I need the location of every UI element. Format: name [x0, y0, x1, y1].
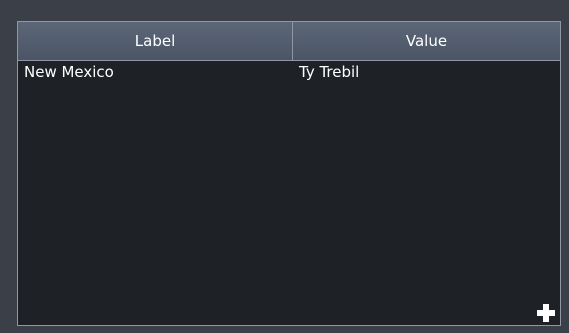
row-label-cell[interactable]: New Mexico — [18, 61, 295, 83]
key-value-table: Label Value New Mexico Ty Trebil — [17, 21, 561, 326]
add-row-button[interactable] — [534, 301, 558, 325]
column-header-value[interactable]: Value — [293, 22, 560, 60]
table-body: New Mexico Ty Trebil — [18, 61, 560, 83]
row-value-cell[interactable]: Ty Trebil — [295, 61, 560, 83]
column-header-label[interactable]: Label — [18, 22, 293, 60]
key-value-panel: Label Value New Mexico Ty Trebil — [0, 0, 569, 333]
table-row[interactable]: New Mexico Ty Trebil — [18, 61, 560, 83]
table-header: Label Value — [18, 22, 560, 61]
plus-icon — [537, 304, 555, 322]
